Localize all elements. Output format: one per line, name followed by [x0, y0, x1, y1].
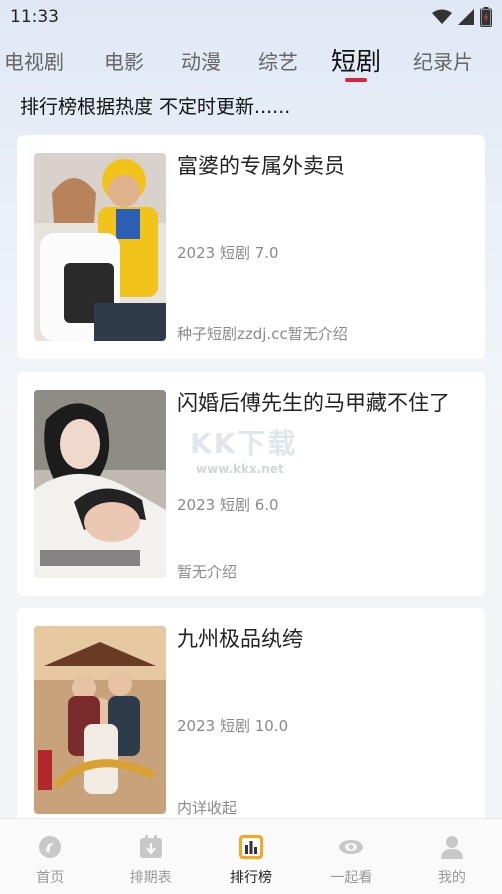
- drama-title[interactable]: 九州极品纨绔: [177, 624, 473, 654]
- nav-schedule[interactable]: 排期表: [100, 819, 200, 894]
- category-tabs: 电视剧 电影 动漫 综艺 短剧 纪录片: [0, 38, 502, 84]
- drama-title[interactable]: 闪婚后傅先生的马甲藏不住了: [177, 388, 473, 418]
- drama-meta: 2023 短剧 10.0: [177, 717, 289, 735]
- drama-card[interactable]: 闪婚后傅先生的马甲藏不住了 2023 短剧 6.0 暂无介绍: [17, 372, 485, 596]
- tab-movies[interactable]: 电影: [104, 46, 144, 75]
- calendar-icon: [139, 835, 162, 858]
- drama-title[interactable]: 富婆的专属外卖员: [177, 151, 473, 181]
- battery-icon: [480, 7, 492, 27]
- nav-watch-together[interactable]: 一起看: [301, 819, 401, 894]
- nav-home[interactable]: 首页: [0, 819, 100, 894]
- nav-schedule-label: 排期表: [129, 870, 172, 886]
- tab-short-drama[interactable]: 短剧: [331, 42, 381, 78]
- drama-description: 内详收起: [177, 799, 238, 817]
- ranking-icon: [239, 835, 264, 859]
- signal-icon: [458, 9, 474, 25]
- status-bar: 11:33: [0, 0, 502, 34]
- nav-watch-together-label: 一起看: [330, 870, 373, 886]
- nav-ranking[interactable]: 排行榜: [201, 819, 301, 894]
- drama-card[interactable]: 九州极品纨绔 2023 短剧 10.0 内详收起: [17, 608, 485, 832]
- tab-anime[interactable]: 动漫: [181, 46, 221, 75]
- drama-poster[interactable]: [34, 390, 166, 578]
- nav-ranking-label: 排行榜: [230, 870, 273, 886]
- tab-tv-series[interactable]: 电视剧: [4, 46, 64, 75]
- nav-profile[interactable]: 我的: [402, 819, 502, 894]
- home-icon: [39, 836, 62, 858]
- drama-meta: 2023 短剧 7.0: [177, 244, 279, 262]
- bottom-navigation: 首页 排期表 排行榜 一起看 我的: [0, 818, 502, 894]
- tab-variety[interactable]: 综艺: [258, 46, 298, 75]
- nav-profile-label: 我的: [437, 870, 466, 886]
- status-icons: [432, 7, 492, 27]
- drama-card[interactable]: 富婆的专属外卖员 2023 短剧 7.0 种子短剧zzdj.cc暂无介绍: [17, 135, 485, 359]
- drama-description: 种子短剧zzdj.cc暂无介绍: [177, 325, 348, 343]
- drama-description: 暂无介绍: [177, 563, 238, 581]
- drama-poster[interactable]: [34, 153, 166, 341]
- user-icon: [440, 836, 463, 859]
- drama-poster[interactable]: [34, 626, 166, 814]
- nav-home-label: 首页: [36, 870, 65, 886]
- wifi-icon: [432, 9, 452, 24]
- drama-meta: 2023 短剧 6.0: [177, 496, 279, 514]
- eye-icon: [339, 840, 364, 854]
- active-tab-indicator: [345, 78, 367, 82]
- ranking-subtitle: 排行榜根据热度 不定时更新......: [20, 96, 291, 118]
- status-time: 11:33: [10, 7, 59, 27]
- tab-documentary[interactable]: 纪录片: [413, 46, 473, 75]
